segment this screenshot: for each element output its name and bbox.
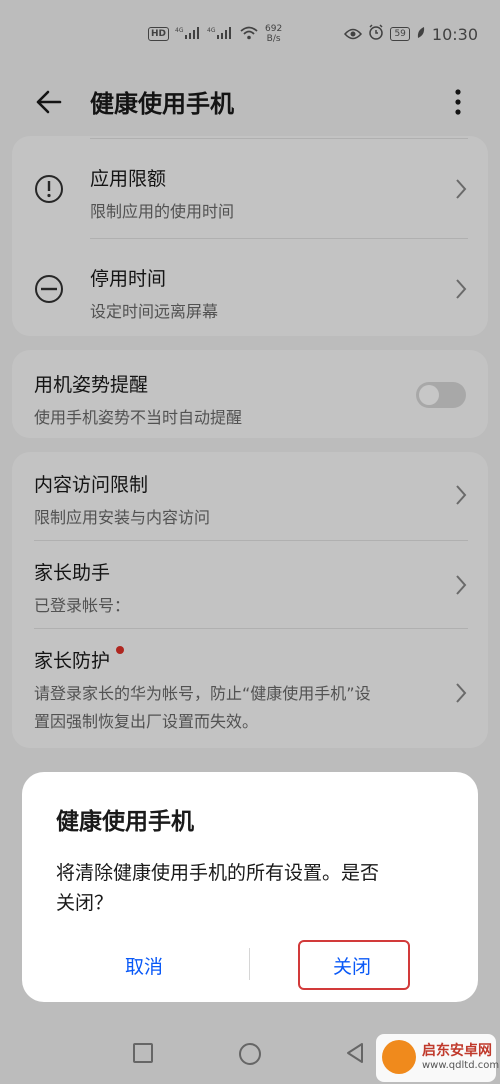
recents-square-icon[interactable] xyxy=(132,1042,154,1064)
dialog-title: 健康使用手机 xyxy=(56,809,194,835)
home-circle-icon[interactable] xyxy=(238,1042,262,1066)
confirm-dialog: 健康使用手机 将清除健康使用手机的所有设置。是否 关闭？ 取消 关闭 xyxy=(22,772,478,1002)
close-button-highlight xyxy=(298,940,410,990)
dialog-message-line1: 将清除健康使用手机的所有设置。是否 xyxy=(56,862,380,884)
dialog-message: 将清除健康使用手机的所有设置。是否 关闭？ xyxy=(56,858,446,918)
watermark-logo-icon xyxy=(382,1040,416,1074)
dialog-message-line2: 关闭？ xyxy=(56,892,114,914)
back-triangle-icon[interactable] xyxy=(344,1042,366,1064)
dialog-button-divider xyxy=(249,948,250,980)
cancel-button[interactable]: 取消 xyxy=(64,944,224,988)
watermark: 启东安卓网 www.qdltd.com xyxy=(376,1034,500,1082)
watermark-url: www.qdltd.com xyxy=(422,1060,500,1071)
watermark-brand: 启东安卓网 xyxy=(422,1043,492,1059)
